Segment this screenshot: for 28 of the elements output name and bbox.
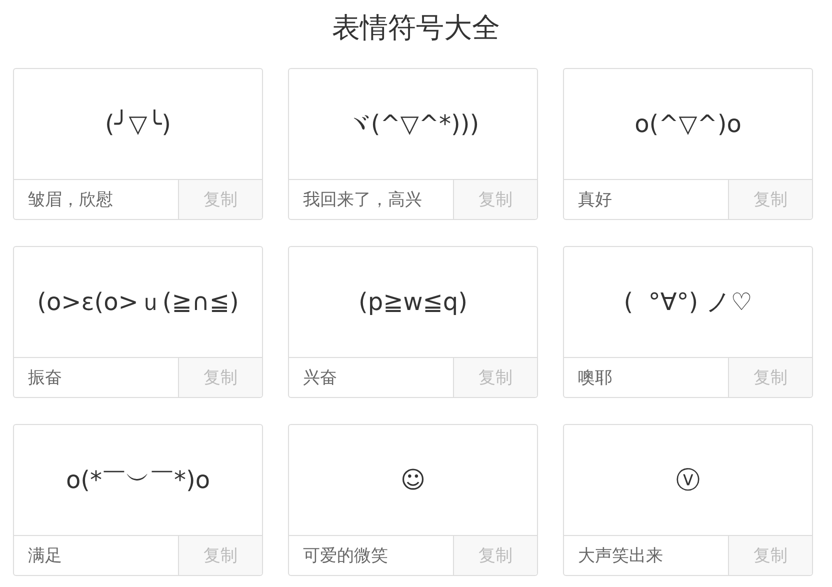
emoticon-caption: 大声笑出来: [577, 545, 664, 567]
copy-button[interactable]: 复制: [178, 536, 262, 575]
emoticon: o(*￣︶￣*)o: [66, 465, 210, 496]
emoticon-caption: 满足: [27, 545, 63, 567]
emoticon-caption: 噢耶: [577, 367, 613, 389]
emoticon-caption: 我回来了，高兴: [302, 189, 423, 211]
emoticon-caption: 兴奋: [302, 367, 338, 389]
emoticon-caption: 可爱的微笑: [302, 545, 389, 567]
emoticon: ⓥ: [676, 465, 700, 496]
copy-button[interactable]: 复制: [728, 358, 812, 397]
emoticon: ヾ(^▽^*))): [346, 109, 480, 140]
emoticon: (p≧w≦q): [358, 288, 468, 316]
emoticon-caption: 真好: [577, 189, 613, 211]
emoticon-caption: 振奋: [27, 367, 63, 389]
emoticon-caption: 皱眉，欣慰: [27, 189, 114, 211]
emoticon: ( °∀°) ノ♡: [624, 287, 752, 318]
copy-button[interactable]: 复制: [178, 358, 262, 397]
copy-button[interactable]: 复制: [728, 180, 812, 219]
emoticon: (╯▽╰): [104, 110, 172, 138]
page-title: 表情符号大全: [331, 11, 501, 45]
copy-button[interactable]: 复制: [453, 180, 537, 219]
emoticon: ☺: [400, 466, 426, 494]
emoticon: (o>ε(o>ｕ(≧∩≦): [37, 287, 239, 318]
emoticon: o(^▽^)o: [634, 110, 742, 138]
copy-button[interactable]: 复制: [178, 180, 262, 219]
copy-button[interactable]: 复制: [728, 536, 812, 575]
copy-button[interactable]: 复制: [453, 358, 537, 397]
copy-button[interactable]: 复制: [453, 536, 537, 575]
